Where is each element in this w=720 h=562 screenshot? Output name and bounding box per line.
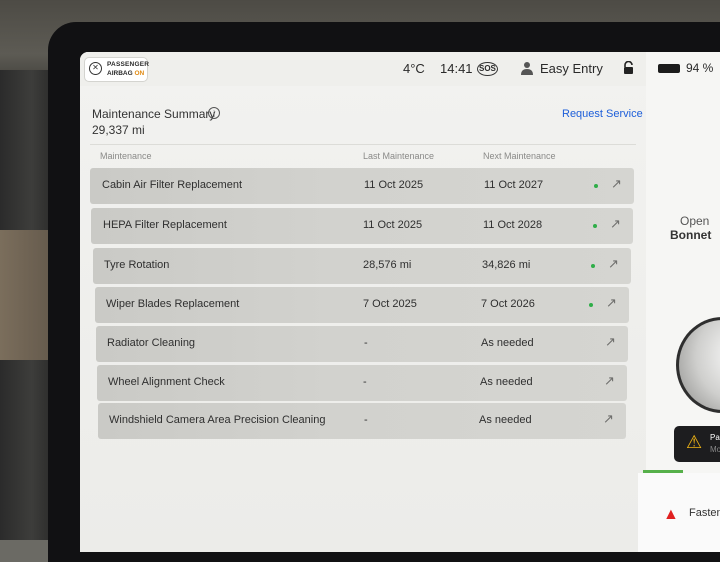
person-icon[interactable]	[521, 61, 533, 75]
alert-subtitle: Mo	[710, 445, 720, 454]
status-ok-dot	[594, 184, 598, 188]
row-next: 11 Oct 2027	[484, 179, 544, 191]
alert-title: Pa	[710, 433, 720, 442]
touchscreen: ✕ PASSENGER AIRBAG ON 4°C 14:41 SOS Easy…	[80, 52, 720, 552]
row-last: 7 Oct 2025	[363, 298, 417, 310]
lock-icon[interactable]	[623, 61, 634, 75]
status-ok-dot	[591, 264, 595, 268]
row-next: 7 Oct 2026	[481, 298, 535, 310]
divider	[90, 144, 636, 145]
outside-temperature: 4°C	[403, 61, 425, 76]
sos-button[interactable]: SOS	[477, 62, 498, 76]
driver-profile-name[interactable]: Easy Entry	[540, 61, 603, 76]
open-bonnet-button[interactable]: Bonnet	[670, 228, 711, 242]
warning-text: Fasten	[689, 507, 720, 519]
table-row[interactable]: Radiator Cleaning - As needed ↗	[96, 326, 628, 362]
passenger-airbag-indicator: ✕ PASSENGER AIRBAG ON	[84, 57, 150, 82]
row-next: 11 Oct 2028	[483, 219, 543, 231]
battery-percentage: 94 %	[686, 61, 714, 75]
column-header-maintenance: Maintenance	[100, 151, 152, 161]
external-link-arrow-icon[interactable]: ↗	[605, 334, 616, 350]
row-last: -	[364, 337, 368, 349]
row-name: Windshield Camera Area Precision Cleanin…	[109, 414, 326, 426]
table-row[interactable]: Wiper Blades Replacement 7 Oct 2025 7 Oc…	[95, 287, 629, 323]
row-last: 11 Oct 2025	[364, 179, 424, 191]
status-bar: ✕ PASSENGER AIRBAG ON 4°C 14:41 SOS Easy…	[80, 52, 720, 86]
table-row[interactable]: Windshield Camera Area Precision Cleanin…	[98, 403, 626, 439]
column-header-next: Next Maintenance	[483, 151, 556, 161]
row-name: Wheel Alignment Check	[108, 376, 225, 388]
battery-icon	[658, 64, 680, 73]
status-ok-dot	[589, 303, 593, 307]
external-link-arrow-icon[interactable]: ↗	[603, 411, 614, 427]
airbag-label-2: AIRBAG ON	[107, 70, 145, 77]
row-name: Wiper Blades Replacement	[106, 298, 240, 310]
row-last: -	[363, 376, 367, 388]
table-row[interactable]: Cabin Air Filter Replacement 11 Oct 2025…	[90, 168, 634, 204]
external-link-arrow-icon[interactable]: ↗	[606, 295, 617, 311]
column-header-last: Last Maintenance	[363, 151, 435, 161]
open-label[interactable]: Open	[680, 214, 709, 228]
row-last: -	[364, 414, 368, 426]
row-last: 28,576 mi	[363, 259, 412, 271]
status-ok-dot	[593, 224, 597, 228]
warning-triangle-icon: ▲	[663, 506, 679, 523]
row-next: 34,826 mi	[482, 259, 531, 271]
row-name: Cabin Air Filter Replacement	[102, 179, 243, 191]
request-service-link[interactable]: Request Service	[562, 108, 643, 120]
row-next: As needed	[479, 414, 532, 426]
airbag-label: PASSENGER	[107, 61, 150, 68]
airbag-state: ON	[134, 70, 145, 77]
row-name: HEPA Filter Replacement	[103, 219, 227, 231]
row-name: Radiator Cleaning	[107, 337, 196, 349]
row-last: 11 Oct 2025	[363, 219, 423, 231]
table-row[interactable]: HEPA Filter Replacement 11 Oct 2025 11 O…	[91, 208, 633, 244]
table-row[interactable]: Tyre Rotation 28,576 mi 34,826 mi ↗	[93, 248, 631, 284]
alert-triangle-icon: ⚠	[686, 432, 703, 452]
page-title: Maintenance Summary	[92, 107, 216, 121]
row-next: As needed	[481, 337, 534, 349]
odometer-value: 29,337 mi	[92, 123, 145, 137]
clock: 14:41	[440, 61, 473, 76]
external-link-arrow-icon[interactable]: ↗	[610, 216, 621, 232]
external-link-arrow-icon[interactable]: ↗	[608, 256, 619, 272]
external-link-arrow-icon[interactable]: ↗	[604, 373, 615, 389]
table-row[interactable]: Wheel Alignment Check - As needed ↗	[97, 365, 627, 401]
airbag-off-icon: ✕	[89, 62, 102, 75]
info-icon[interactable]: i	[208, 107, 220, 119]
row-name: Tyre Rotation	[104, 259, 170, 271]
external-link-arrow-icon[interactable]: ↗	[611, 176, 622, 192]
row-next: As needed	[480, 376, 533, 388]
